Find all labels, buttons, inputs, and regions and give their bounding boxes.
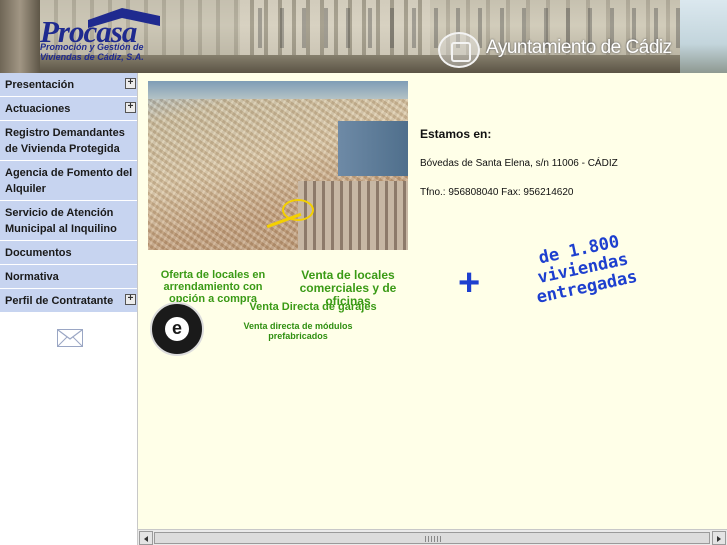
expand-icon[interactable]: + xyxy=(125,294,136,305)
sidebar-item-label: Servicio de Atención Municipal al Inquil… xyxy=(5,207,117,235)
sidebar-item-perfil-contratante[interactable]: Perfil de Contratante + xyxy=(0,289,137,313)
expand-icon[interactable]: + xyxy=(125,78,136,89)
photo-sea xyxy=(338,121,408,176)
sidebar-item-documentos[interactable]: Documentos xyxy=(0,241,137,265)
sidebar-item-agencia-fomento[interactable]: Agencia de Fomento del Alquiler xyxy=(0,161,137,201)
sidebar-menu: Presentación + Actuaciones + Registro De… xyxy=(0,73,138,545)
sidebar-item-actuaciones[interactable]: Actuaciones + xyxy=(0,97,137,121)
sidebar-item-label: Actuaciones xyxy=(5,103,71,115)
oferta-locales-link[interactable]: Oferta de locales en arrendamiento con o… xyxy=(149,269,277,305)
header-photo-building xyxy=(0,0,40,73)
plus-icon: + xyxy=(458,262,481,304)
address-text: Bóvedas de Santa Elena, s/n 11006 - CÁDI… xyxy=(420,158,618,169)
aerial-photo-cadiz xyxy=(148,81,408,250)
scroll-right-button[interactable] xyxy=(712,531,726,545)
arrow-left-icon xyxy=(144,536,148,542)
sidebar-item-label: Normativa xyxy=(5,271,59,283)
sidebar-item-registro-demandantes[interactable]: Registro Demandantes de Vivienda Protegi… xyxy=(0,121,137,161)
sidebar-item-normativa[interactable]: Normativa xyxy=(0,265,137,289)
arrow-right-icon xyxy=(717,536,721,542)
ayuntamiento-label[interactable]: Ayuntamiento de Cádiz xyxy=(486,37,672,59)
phone-text: Tfno.: 956808040 Fax: 956214620 xyxy=(420,187,574,198)
city-emblem-icon xyxy=(438,32,480,68)
site-header: Procasa Promoción y Gestión de Viviendas… xyxy=(0,0,727,73)
scrollbar-thumb[interactable] xyxy=(154,532,710,544)
sidebar-item-label: Presentación xyxy=(5,79,75,91)
photo-port xyxy=(298,181,408,250)
photo-sea xyxy=(148,81,408,99)
logo-subtitle: Promoción y Gestión de Viviendas de Cádi… xyxy=(40,42,144,62)
sidebar-item-servicio-atencion[interactable]: Servicio de Atención Municipal al Inquil… xyxy=(0,201,137,241)
header-photo-sky xyxy=(680,0,727,73)
expand-icon[interactable]: + xyxy=(125,102,136,113)
sidebar-item-label: Registro Demandantes de Vivienda Protegi… xyxy=(5,127,125,155)
scrollbar-grip-icon xyxy=(425,536,441,542)
perfil-contratante-badge-icon[interactable]: e xyxy=(150,302,204,356)
main-content: Estamos en: Bóvedas de Santa Elena, s/n … xyxy=(138,73,727,529)
sidebar-item-label: Documentos xyxy=(5,247,72,259)
sidebar-item-label: Agencia de Fomento del Alquiler xyxy=(5,167,133,195)
envelope-icon[interactable] xyxy=(57,329,83,347)
sidebar-item-label: Perfil de Contratante xyxy=(5,295,114,307)
horizontal-scrollbar[interactable] xyxy=(138,529,727,545)
scroll-left-button[interactable] xyxy=(139,531,153,545)
venta-modulos-link[interactable]: Venta directa de módulos prefabricados xyxy=(238,321,358,341)
badge-letter: e xyxy=(165,317,189,341)
location-heading: Estamos en: xyxy=(420,127,492,141)
viviendas-entregadas-text: de 1.800 viviendas entregadas xyxy=(534,231,640,308)
venta-garajes-link[interactable]: Venta Directa de garajes xyxy=(233,301,393,313)
sidebar-item-presentacion[interactable]: Presentación + xyxy=(0,73,137,97)
